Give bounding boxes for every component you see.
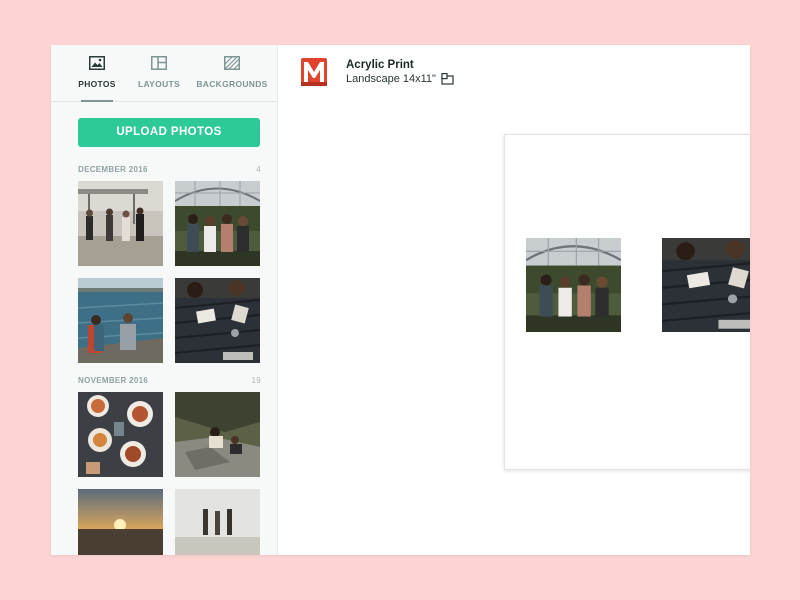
section-title: DECEMBER 2016 (78, 165, 148, 174)
tab-backgrounds-label: BACKGROUNDS (196, 79, 268, 89)
photo-thumbnail-reading-table[interactable] (175, 278, 260, 363)
placed-photo-reading-table[interactable] (662, 238, 750, 332)
section-count: 4 (256, 165, 261, 174)
image-icon (89, 56, 105, 70)
section-header-december: DECEMBER 2016 4 (78, 165, 261, 177)
editor-main: Acrylic Print Landscape 14x11" (278, 45, 750, 555)
print-canvas[interactable] (504, 134, 750, 470)
photo-thumbnail-food-table[interactable] (78, 392, 163, 477)
mixbook-m-logo[interactable] (301, 58, 327, 86)
photo-thumbnail-lake-dock[interactable] (78, 278, 163, 363)
tab-backgrounds[interactable]: BACKGROUNDS (195, 45, 269, 101)
product-title: Acrylic Print (346, 59, 414, 71)
tab-layouts[interactable]: LAYOUTS (133, 45, 185, 101)
photo-thumbnail-beach-group[interactable] (175, 489, 260, 555)
layout-icon (151, 56, 167, 70)
section-count: 19 (251, 376, 261, 385)
section-header-november: NOVEMBER 2016 19 (78, 376, 261, 388)
placed-photo-greenhouse-group[interactable] (526, 238, 621, 332)
sidebar-tabs: PHOTOS LAYOUTS BACKGROUNDS (51, 45, 277, 102)
photo-thumbnail-greenhouse-group[interactable] (175, 181, 260, 266)
editor-window: PHOTOS LAYOUTS BACKGROUNDS UPLOAD PHOTOS (51, 45, 750, 555)
section-title: NOVEMBER 2016 (78, 376, 149, 385)
photo-thumbnail-rocky-cliff[interactable] (175, 392, 260, 477)
pattern-icon (224, 56, 240, 70)
tab-photos[interactable]: PHOTOS (71, 45, 123, 102)
upload-photos-button[interactable]: UPLOAD PHOTOS (78, 118, 260, 147)
tab-layouts-label: LAYOUTS (138, 79, 180, 89)
sidebar: PHOTOS LAYOUTS BACKGROUNDS UPLOAD PHOTOS (51, 45, 278, 555)
product-size: Landscape 14x11" (346, 73, 436, 85)
tab-photos-label: PHOTOS (78, 79, 116, 89)
photo-thumbnail-sunset[interactable] (78, 489, 163, 555)
resize-icon[interactable] (441, 73, 454, 86)
photo-thumbnail-friends-walking[interactable] (78, 181, 163, 266)
